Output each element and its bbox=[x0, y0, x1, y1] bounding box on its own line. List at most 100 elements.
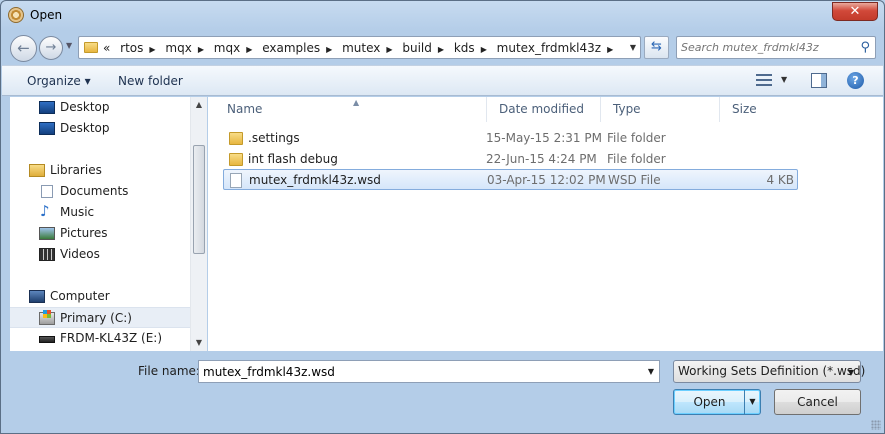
breadcrumb-item[interactable]: mqx bbox=[165, 41, 191, 55]
file-name: int flash debug bbox=[248, 152, 338, 166]
nav-item-label: Desktop bbox=[60, 121, 110, 135]
title-bar: Open ✕ bbox=[1, 1, 884, 31]
nav-item-music[interactable]: Music bbox=[10, 201, 190, 223]
address-bar[interactable]: « rtos ▶ mqx ▶ mqx ▶ examples ▶ mutex ▶ build… bbox=[78, 36, 641, 59]
column-header-label: Name bbox=[227, 102, 263, 116]
nav-item-label: Desktop bbox=[60, 100, 110, 114]
new-folder-button[interactable]: New folder bbox=[118, 74, 183, 88]
navigation-scrollbar[interactable]: ▲ ▼ bbox=[190, 97, 207, 351]
organize-button[interactable]: Organize ▾ bbox=[27, 74, 91, 88]
address-dropdown[interactable]: ▼ bbox=[630, 43, 636, 52]
nav-item-label: Primary (C:) bbox=[60, 311, 132, 325]
chevron-down-icon[interactable]: ▼ bbox=[848, 362, 854, 383]
chevron-right-icon[interactable]: ▶ bbox=[246, 45, 252, 54]
file-date: 03-Apr-15 12:02 PM bbox=[487, 173, 606, 187]
view-options-dropdown[interactable]: ▼ bbox=[781, 75, 787, 84]
nav-item-computer[interactable]: Computer bbox=[10, 286, 190, 307]
nav-item-label: Computer bbox=[50, 289, 110, 303]
file-name-combobox[interactable]: ▼ bbox=[198, 360, 660, 383]
breadcrumb-item[interactable]: build bbox=[402, 41, 432, 55]
chevron-right-icon[interactable]: ▶ bbox=[149, 45, 155, 54]
open-options-dropdown[interactable]: ▼ bbox=[744, 390, 760, 414]
search-box[interactable]: ⚲ bbox=[676, 36, 876, 59]
column-header-name[interactable]: Name ▲ bbox=[215, 97, 487, 122]
file-type: WSD File bbox=[608, 173, 661, 187]
documents-icon bbox=[41, 185, 53, 198]
search-input[interactable] bbox=[681, 39, 851, 56]
column-header-type[interactable]: Type bbox=[601, 97, 720, 122]
chevron-right-icon[interactable]: ▶ bbox=[386, 45, 392, 54]
back-arrow-icon: ← bbox=[17, 39, 30, 57]
nav-item-label: Libraries bbox=[50, 163, 102, 177]
chevron-right-icon[interactable]: ▶ bbox=[198, 45, 204, 54]
cancel-button[interactable]: Cancel bbox=[774, 389, 861, 415]
window-title: Open bbox=[30, 8, 63, 22]
close-button[interactable]: ✕ bbox=[832, 2, 878, 21]
recent-locations-dropdown[interactable]: ▼ bbox=[66, 41, 72, 50]
music-icon bbox=[39, 201, 55, 222]
nav-item-label: Videos bbox=[60, 247, 100, 261]
desktop-icon bbox=[39, 122, 55, 135]
desktop-icon bbox=[39, 101, 55, 114]
file-type: File folder bbox=[607, 131, 666, 145]
nav-item-desktop[interactable]: Desktop bbox=[10, 118, 190, 139]
column-header-size[interactable]: Size bbox=[720, 97, 796, 122]
change-view-icon[interactable] bbox=[756, 74, 772, 87]
file-name-input[interactable] bbox=[203, 364, 633, 380]
nav-item-frdm-kl43z[interactable]: FRDM-KL43Z (E:) bbox=[10, 328, 190, 349]
chevron-right-icon[interactable]: ▶ bbox=[326, 45, 332, 54]
windows-logo-icon bbox=[43, 310, 51, 318]
resize-grip[interactable] bbox=[871, 420, 881, 430]
file-type-filter[interactable]: Working Sets Definition (*.wsd) ▼ bbox=[673, 360, 865, 383]
file-date: 22-Jun-15 4:24 PM bbox=[486, 152, 597, 166]
scroll-down-icon[interactable]: ▼ bbox=[191, 335, 207, 351]
back-button[interactable]: ← bbox=[10, 35, 37, 62]
breadcrumb-item[interactable]: examples bbox=[262, 41, 320, 55]
file-row[interactable]: .settings 15-May-15 2:31 PM File folder bbox=[223, 128, 798, 149]
refresh-button[interactable]: ⇆ bbox=[644, 36, 669, 59]
pictures-icon bbox=[39, 227, 55, 240]
open-button[interactable]: Open ▼ bbox=[673, 389, 761, 415]
file-type: File folder bbox=[607, 152, 666, 166]
nav-item-label: Documents bbox=[60, 184, 129, 198]
forward-arrow-icon: → bbox=[45, 40, 57, 55]
folder-icon bbox=[229, 132, 243, 145]
help-icon[interactable]: ? bbox=[847, 72, 864, 89]
chevron-right-icon[interactable]: ▶ bbox=[607, 45, 613, 54]
file-name: mutex_frdmkl43z.wsd bbox=[249, 173, 381, 187]
breadcrumb-item[interactable]: mqx bbox=[214, 41, 240, 55]
file-icon bbox=[230, 173, 242, 188]
breadcrumb-item[interactable]: kds bbox=[454, 41, 475, 55]
nav-item-label: Pictures bbox=[60, 226, 108, 240]
scrollbar-thumb[interactable] bbox=[193, 145, 205, 254]
breadcrumb-item[interactable]: mutex_frdmkl43z bbox=[497, 41, 601, 55]
chevron-right-icon[interactable]: ▶ bbox=[481, 45, 487, 54]
preview-pane-icon[interactable] bbox=[811, 73, 827, 88]
column-header-date[interactable]: Date modified bbox=[487, 97, 601, 122]
search-icon[interactable]: ⚲ bbox=[860, 40, 870, 55]
nav-item-primary-c[interactable]: Primary (C:) bbox=[10, 307, 190, 328]
file-row[interactable]: int flash debug 22-Jun-15 4:24 PM File f… bbox=[223, 149, 798, 170]
chevron-right-icon[interactable]: ▶ bbox=[438, 45, 444, 54]
file-row-selected[interactable]: mutex_frdmkl43z.wsd 03-Apr-15 12:02 PM W… bbox=[223, 169, 798, 190]
breadcrumb-item[interactable]: rtos bbox=[120, 41, 143, 55]
drive-icon bbox=[39, 310, 55, 325]
command-bar: Organize ▾ New folder ▼ ? bbox=[2, 65, 883, 96]
navigation-pane: Desktop Desktop Libraries Documents Musi… bbox=[10, 97, 207, 351]
file-type-filter-value: Working Sets Definition (*.wsd) bbox=[678, 364, 866, 378]
computer-icon bbox=[29, 290, 45, 303]
sort-ascending-icon: ▲ bbox=[353, 98, 360, 107]
nav-item-documents[interactable]: Documents bbox=[10, 181, 190, 202]
file-name: .settings bbox=[248, 131, 300, 145]
refresh-icon: ⇆ bbox=[651, 39, 662, 54]
libraries-icon bbox=[29, 164, 45, 177]
nav-item-libraries[interactable]: Libraries bbox=[10, 160, 190, 181]
breadcrumb-item[interactable]: mutex bbox=[342, 41, 380, 55]
nav-item-pictures[interactable]: Pictures bbox=[10, 223, 190, 244]
nav-item-videos[interactable]: Videos bbox=[10, 244, 190, 265]
file-name-dropdown[interactable]: ▼ bbox=[648, 367, 654, 376]
nav-item-desktop[interactable]: Desktop bbox=[10, 97, 190, 118]
forward-button[interactable]: → bbox=[39, 36, 63, 60]
breadcrumb-overflow[interactable]: « bbox=[103, 41, 110, 55]
scroll-up-icon[interactable]: ▲ bbox=[191, 97, 207, 113]
